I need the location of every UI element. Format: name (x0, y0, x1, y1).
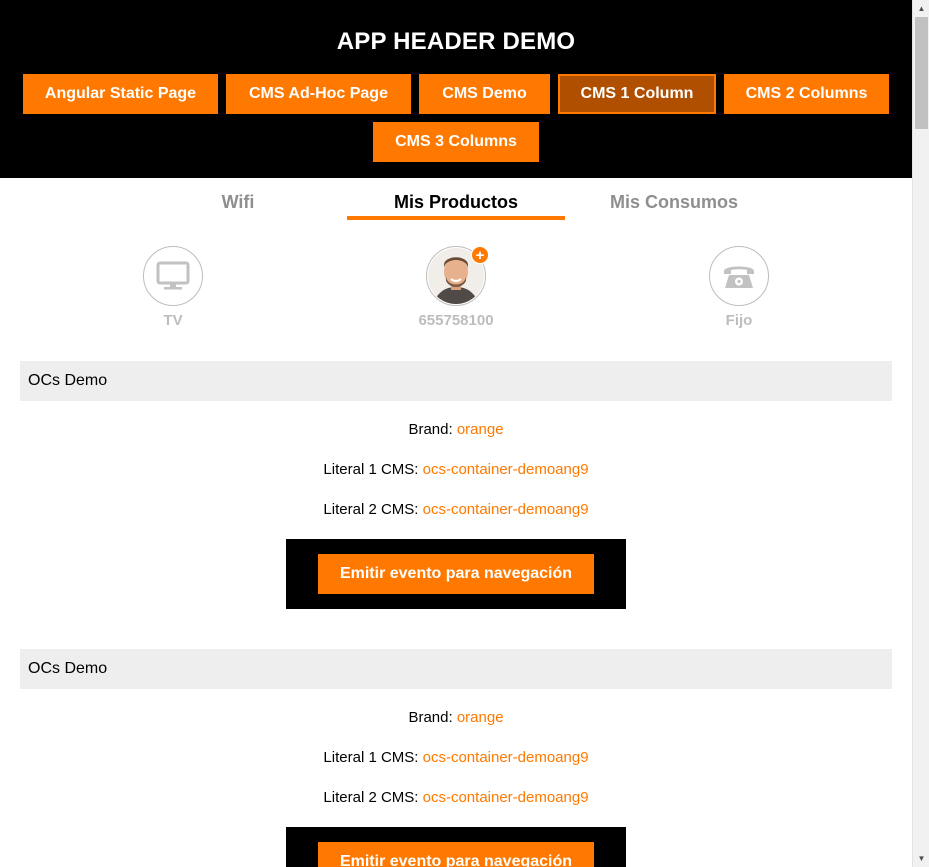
literal1-row: Literal 1 CMS: ocs-container-demoang9 (20, 450, 892, 490)
add-badge-icon[interactable]: + (471, 246, 489, 264)
tab-mis-productos[interactable]: Mis Productos (347, 192, 565, 220)
literal1-value: ocs-container-demoang9 (422, 461, 589, 478)
nav-cms-demo-button[interactable]: CMS Demo (419, 74, 550, 114)
product-avatar-circle: + (426, 246, 489, 306)
ocs-demo-section: OCs Demo Brand: orange Literal 1 CMS: oc… (20, 361, 892, 609)
nav-cms-2-columns-button[interactable]: CMS 2 Columns (724, 74, 889, 114)
literal1-label: Literal 1 CMS: (323, 749, 423, 766)
product-tv[interactable]: TV (113, 246, 233, 329)
section-title: OCs Demo (20, 361, 892, 401)
navigation-event-container: Emitir evento para navegación (286, 827, 626, 867)
product-mobile-label: 655758100 (418, 312, 494, 329)
brand-value: orange (456, 421, 504, 438)
brand-label: Brand: (408, 421, 457, 438)
vertical-scrollbar[interactable]: ▲ ▼ (912, 0, 929, 867)
scrollbar-thumb[interactable] (915, 17, 928, 129)
nav-row-2: CMS 3 Columns (0, 122, 912, 162)
ocs-demo-section: OCs Demo Brand: orange Literal 1 CMS: oc… (20, 649, 892, 867)
literal2-label: Literal 2 CMS: (323, 789, 423, 806)
literal1-value: ocs-container-demoang9 (422, 749, 589, 766)
product-tv-circle (143, 246, 203, 306)
literal2-value: ocs-container-demoang9 (422, 501, 589, 518)
emit-navigation-event-button[interactable]: Emitir evento para navegación (318, 842, 594, 867)
section-title: OCs Demo (20, 649, 892, 689)
brand-row: Brand: orange (20, 698, 892, 738)
scroll-down-arrow-icon[interactable]: ▼ (913, 850, 929, 867)
nav-row-1: Angular Static Page CMS Ad-Hoc Page CMS … (0, 74, 912, 114)
navigation-event-container: Emitir evento para navegación (286, 539, 626, 609)
tv-icon (156, 261, 190, 290)
product-selector: TV + 655758100 Fijo (0, 246, 912, 336)
literal1-label: Literal 1 CMS: (323, 461, 423, 478)
scroll-up-arrow-icon[interactable]: ▲ (913, 0, 929, 17)
landline-phone-icon (724, 266, 754, 288)
product-tabs: Wifi Mis Productos Mis Consumos (0, 178, 912, 222)
brand-row: Brand: orange (20, 410, 892, 450)
literal2-label: Literal 2 CMS: (323, 501, 423, 518)
nav-cms-adhoc-page-button[interactable]: CMS Ad-Hoc Page (226, 74, 411, 114)
literal2-row: Literal 2 CMS: ocs-container-demoang9 (20, 778, 892, 818)
brand-label: Brand: (408, 709, 457, 726)
product-fijo-label: Fijo (725, 312, 753, 329)
brand-value: orange (456, 709, 504, 726)
nav-angular-static-page-button[interactable]: Angular Static Page (23, 74, 218, 114)
literal2-row: Literal 2 CMS: ocs-container-demoang9 (20, 490, 892, 530)
app-title: APP HEADER DEMO (336, 28, 576, 55)
tab-mis-consumos[interactable]: Mis Consumos (565, 192, 783, 220)
product-fijo[interactable]: Fijo (679, 246, 799, 329)
product-fijo-circle (709, 246, 769, 306)
app-header: APP HEADER DEMO Angular Static Page CMS … (0, 0, 912, 178)
literal1-row: Literal 1 CMS: ocs-container-demoang9 (20, 738, 892, 778)
product-tv-label: TV (163, 312, 183, 329)
tab-wifi[interactable]: Wifi (129, 192, 347, 220)
emit-navigation-event-button[interactable]: Emitir evento para navegación (318, 554, 594, 594)
nav-cms-3-columns-button[interactable]: CMS 3 Columns (373, 122, 539, 162)
product-mobile-line[interactable]: + 655758100 (396, 246, 516, 329)
page-viewport: APP HEADER DEMO Angular Static Page CMS … (0, 0, 912, 867)
nav-cms-1-column-button[interactable]: CMS 1 Column (558, 74, 716, 114)
literal2-value: ocs-container-demoang9 (422, 789, 589, 806)
